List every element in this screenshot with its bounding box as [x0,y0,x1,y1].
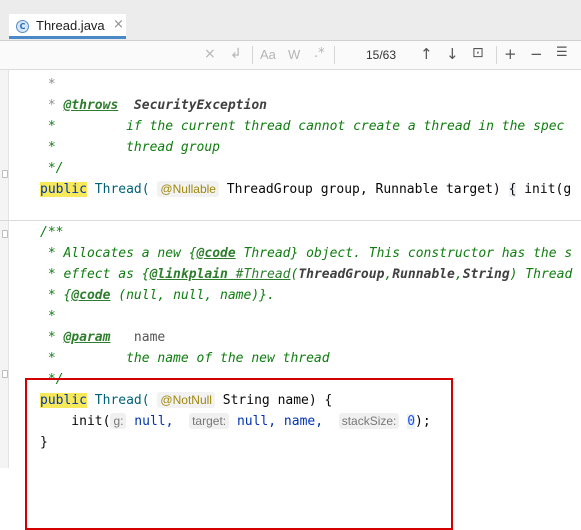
java-class-icon: C [16,20,29,33]
inlay-annotation: @Nullable [157,181,219,197]
close-tab-icon[interactable]: × [113,17,124,32]
code-line: * if the current thread cannot create a … [40,119,565,134]
code-line: * [40,309,56,324]
code-line: /** [40,225,64,240]
editor-gutter [0,70,9,468]
tab-label: Thread.java [36,18,105,33]
code-line: * the name of the new thread [40,351,330,366]
match-case-toggle[interactable]: Aa [260,47,276,62]
code-line: * @throws SecurityException [40,98,267,113]
search-match: public [40,182,87,197]
add-occurrence-icon[interactable]: + [504,45,517,63]
editor-tab-bar: C Thread.java × [0,0,581,41]
match-count: 15/63 [366,48,397,62]
code-line: * @param name [40,330,166,345]
toolbar-divider [334,46,335,64]
method-separator [0,220,581,221]
code-line: * Allocates a new {@code Thread} object.… [40,246,573,261]
next-occurrence-icon[interactable]: ↓ [446,45,459,63]
code-editor[interactable]: * * @throws SecurityException * if the c… [0,70,581,530]
tab-thread-java[interactable]: C Thread.java × [9,14,126,39]
toolbar-divider [496,46,497,64]
code-line: * effect as {@linkplain #Thread(ThreadGr… [40,267,573,282]
code-line: * thread group [40,140,221,155]
code-line: * [40,77,64,92]
whole-words-toggle[interactable]: W [288,47,300,62]
code-line: */ [40,161,64,176]
previous-occurrence-icon[interactable]: ↑ [420,45,433,63]
remove-occurrence-icon[interactable]: − [530,45,543,63]
clear-search-icon[interactable]: × [204,46,216,62]
select-all-occurrences-icon[interactable]: ☰ [556,45,568,60]
toolbar-divider [252,46,253,64]
highlight-annotation-box [25,378,453,530]
search-in-selection-icon[interactable]: ⊡ [472,45,484,61]
code-line: * {@code (null, null, name)}. [40,288,275,303]
fold-marker-icon[interactable] [2,230,8,238]
find-toolbar: × ↲ Aa W .* 15/63 ↑ ↓ ⊡ + − ☰ [0,41,581,70]
regex-toggle[interactable]: .* [314,46,325,61]
fold-marker-icon[interactable] [2,370,8,378]
search-history-icon[interactable]: ↲ [230,46,242,62]
fold-marker-icon[interactable] [2,170,8,178]
code-line: public Thread( @Nullable ThreadGroup gro… [40,181,572,197]
